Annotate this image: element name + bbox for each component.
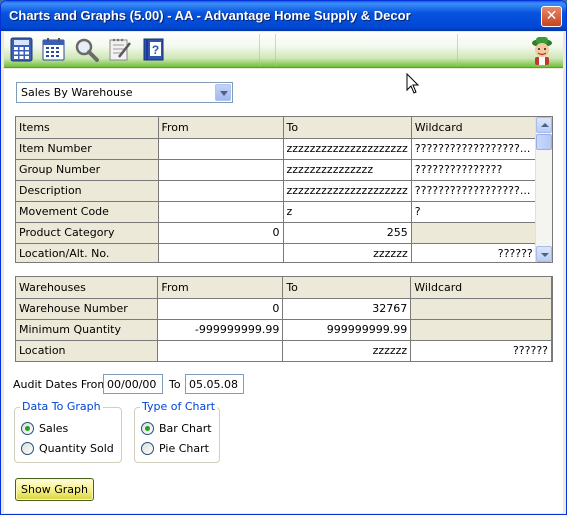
toolbar-separator — [259, 34, 260, 66]
radio-button[interactable] — [21, 422, 34, 435]
column-header: Wildcard — [410, 277, 552, 299]
toolbar-separator — [275, 34, 276, 66]
to-cell[interactable]: zzzzzzzzzzzzzzz — [283, 159, 412, 181]
type-of-chart-group: Type of Chart Bar Chart Pie Chart — [134, 400, 220, 463]
row-label: Location/Alt. No. — [16, 243, 159, 262]
warehouses-grid-header: Warehouses From To Wildcard — [16, 277, 552, 299]
data-to-graph-group: Data To Graph Sales Quantity Sold — [14, 400, 122, 463]
row-label: Item Number — [16, 138, 159, 160]
radio-button[interactable] — [21, 442, 34, 455]
row-label: Group Number — [16, 159, 159, 181]
scroll-thumb[interactable] — [536, 134, 552, 150]
table-row: Warehouse Number 0 32767 — [16, 298, 552, 320]
table-row: Movement Code z ? — [16, 201, 537, 223]
close-button[interactable]: ✕ — [541, 6, 562, 27]
to-cell[interactable]: zzzzzzzzzzzzzzzzzzzzz — [283, 138, 412, 160]
app-window: Charts and Graphs (5.00) - AA - Advantag… — [0, 0, 567, 515]
radio-sales-label: Sales — [39, 422, 69, 435]
wildcard-cell[interactable]: ??????????????????... — [411, 138, 537, 160]
column-header: From — [158, 117, 284, 139]
toolbar: ? — [4, 32, 563, 68]
wildcard-cell — [410, 319, 552, 341]
from-cell[interactable] — [158, 138, 284, 160]
main-panel: Sales By Warehouse Items From To Wildcar… — [4, 69, 563, 513]
table-row: Location zzzzzz ?????? — [16, 340, 552, 361]
row-label: Description — [16, 180, 159, 202]
row-label: Movement Code — [16, 201, 159, 223]
from-cell[interactable]: 0 — [157, 298, 284, 320]
from-cell[interactable] — [157, 340, 284, 361]
table-row: Minimum Quantity -999999999.99 999999999… — [16, 319, 552, 341]
row-label: Location — [16, 340, 159, 361]
from-cell[interactable]: -999999999.99 — [157, 319, 284, 341]
table-row: Product Category 0 255 — [16, 222, 537, 244]
column-header: From — [157, 277, 284, 299]
wildcard-cell[interactable]: ? — [411, 201, 537, 223]
window-title: Charts and Graphs (5.00) - AA - Advantag… — [9, 8, 411, 23]
column-header: Items — [16, 117, 159, 139]
column-header: To — [282, 277, 412, 299]
table-row: Location/Alt. No. zzzzzz ?????? — [16, 243, 537, 262]
to-cell[interactable]: zzzzzz — [283, 243, 412, 262]
row-label: Product Category — [16, 222, 159, 244]
table-row: Group Number zzzzzzzzzzzzzzz ???????????… — [16, 159, 537, 181]
show-graph-button[interactable]: Show Graph — [15, 478, 94, 501]
audit-dates-label: Audit Dates From — [13, 378, 109, 391]
radio-bar-chart-label: Bar Chart — [159, 422, 212, 435]
items-grid-scrollbar[interactable] — [535, 117, 552, 262]
to-cell[interactable]: zzzzzzzzzzzzzzzzzzzzz — [283, 180, 412, 202]
column-header: Warehouses — [16, 277, 159, 299]
chevron-down-icon[interactable] — [215, 84, 231, 101]
radio-pie-chart-label: Pie Chart — [159, 442, 209, 455]
to-cell[interactable]: z — [283, 201, 412, 223]
audit-date-from-field[interactable]: 00/00/00 — [103, 374, 163, 394]
notepad-icon[interactable] — [107, 37, 132, 62]
wildcard-cell[interactable]: ?????? — [411, 243, 537, 262]
from-cell[interactable] — [158, 180, 284, 202]
table-row: Description zzzzzzzzzzzzzzzzzzzzz ??????… — [16, 180, 537, 202]
column-header: To — [283, 117, 412, 139]
table-row: Item Number zzzzzzzzzzzzzzzzzzzzz ??????… — [16, 138, 537, 160]
wildcard-cell — [410, 298, 552, 320]
from-cell[interactable] — [158, 243, 284, 262]
wildcard-cell[interactable]: ?????? — [410, 340, 552, 361]
row-label: Minimum Quantity — [16, 319, 159, 341]
data-to-graph-title: Data To Graph — [20, 400, 103, 413]
audit-dates-to-label: To — [169, 378, 181, 391]
to-cell[interactable]: zzzzzz — [282, 340, 412, 361]
report-type-value: Sales By Warehouse — [21, 86, 133, 99]
mascot-icon[interactable] — [527, 34, 557, 66]
from-cell[interactable]: 0 — [158, 222, 284, 244]
scroll-up-icon[interactable] — [536, 117, 552, 133]
wildcard-cell[interactable]: ??????????????? — [411, 159, 537, 181]
radio-button[interactable] — [141, 422, 154, 435]
calendar-icon[interactable] — [41, 37, 66, 62]
svg-text:?: ? — [152, 43, 159, 57]
to-cell[interactable]: 999999999.99 — [282, 319, 412, 341]
type-of-chart-title: Type of Chart — [140, 400, 218, 413]
to-cell[interactable]: 255 — [283, 222, 412, 244]
wildcard-cell — [411, 222, 537, 244]
help-book-icon[interactable]: ? — [141, 37, 166, 62]
radio-button[interactable] — [141, 442, 154, 455]
radio-quantity-sold-label: Quantity Sold — [39, 442, 114, 455]
calculator-icon[interactable] — [9, 37, 34, 62]
from-cell[interactable] — [158, 201, 284, 223]
magnifier-icon[interactable] — [74, 37, 99, 62]
mouse-cursor-icon — [406, 73, 420, 94]
row-label: Warehouse Number — [16, 298, 159, 320]
audit-date-to-field[interactable]: 05.05.08 — [185, 374, 244, 394]
toolbar-separator — [457, 34, 458, 66]
warehouses-grid: Warehouses From To Wildcard Warehouse Nu… — [15, 276, 553, 362]
items-grid: Items From To Wildcard Item Number zzzzz… — [15, 116, 553, 263]
column-header: Wildcard — [411, 117, 537, 139]
report-type-select[interactable]: Sales By Warehouse — [16, 82, 233, 103]
scroll-down-icon[interactable] — [536, 246, 552, 262]
title-bar[interactable]: Charts and Graphs (5.00) - AA - Advantag… — [1, 1, 566, 31]
from-cell[interactable] — [158, 159, 284, 181]
wildcard-cell[interactable]: ??????????????????... — [411, 180, 537, 202]
to-cell[interactable]: 32767 — [282, 298, 412, 320]
items-grid-header: Items From To Wildcard — [16, 117, 537, 139]
